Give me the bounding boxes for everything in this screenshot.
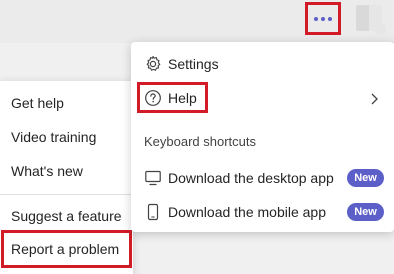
menu-item-download-mobile[interactable]: Download the mobile app New: [131, 195, 394, 229]
download-mobile-label: Download the mobile app: [168, 204, 326, 220]
more-horizontal-icon: [314, 16, 318, 21]
menu-item-help[interactable]: Help: [131, 81, 394, 115]
avatar[interactable]: [356, 5, 386, 35]
new-badge: New: [347, 203, 384, 221]
menu-item-suggest-feature[interactable]: Suggest a feature: [11, 208, 122, 224]
menu-item-report-problem[interactable]: Report a problem: [11, 241, 119, 257]
help-label: Help: [168, 90, 197, 106]
teams-window: Get help Video training What's new Sugge…: [0, 0, 394, 274]
download-desktop-label: Download the desktop app: [168, 170, 334, 186]
phone-icon: [144, 203, 162, 221]
more-horizontal-icon-dot: [328, 16, 332, 21]
keyboard-shortcuts-heading[interactable]: Keyboard shortcuts: [144, 134, 256, 149]
gear-icon: [144, 55, 162, 73]
more-options-menu: Settings Help Keyboard shortcuts Downloa…: [131, 42, 394, 232]
menu-item-whats-new[interactable]: What's new: [11, 163, 83, 179]
monitor-icon: [144, 169, 162, 187]
chevron-right-icon: [368, 92, 380, 106]
question-circle-icon: [144, 89, 162, 107]
top-bar: [0, 0, 394, 43]
menu-item-video-training[interactable]: Video training: [11, 129, 96, 145]
more-horizontal-icon-dot: [321, 16, 325, 21]
settings-label: Settings: [168, 56, 219, 72]
more-options-button[interactable]: [305, 2, 341, 35]
help-submenu: Get help Video training What's new Sugge…: [0, 81, 133, 274]
menu-item-settings[interactable]: Settings: [131, 47, 394, 81]
submenu-divider: [0, 194, 133, 195]
menu-item-get-help[interactable]: Get help: [11, 95, 64, 111]
new-badge: New: [347, 169, 384, 187]
menu-item-download-desktop[interactable]: Download the desktop app New: [131, 161, 394, 195]
